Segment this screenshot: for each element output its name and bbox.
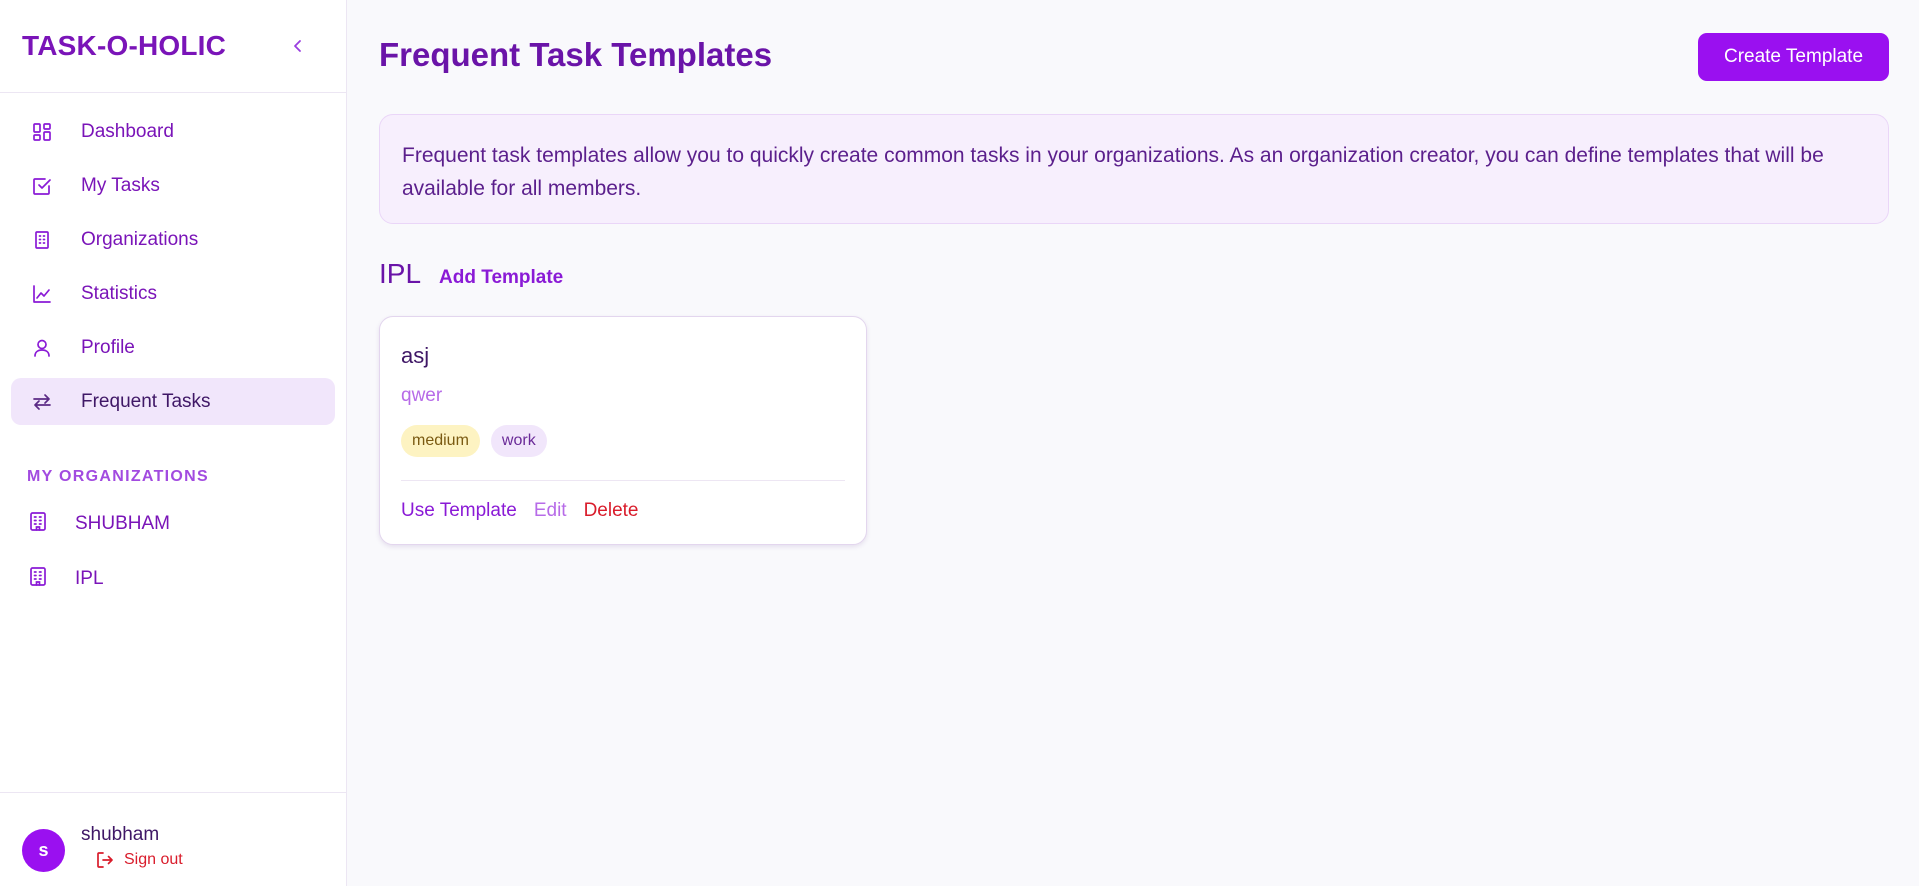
- collapse-sidebar-button[interactable]: [286, 34, 310, 58]
- sidebar-org-ipl[interactable]: IPL: [18, 551, 335, 606]
- info-text: Frequent task templates allow you to qui…: [402, 144, 1824, 200]
- sidebar-item-label: Organizations: [81, 228, 199, 250]
- delete-template-button[interactable]: Delete: [584, 500, 639, 522]
- card-divider: [401, 480, 845, 481]
- template-description: qwer: [401, 385, 443, 406]
- sidebar-item-label: Frequent Tasks: [81, 390, 211, 412]
- template-title: asj: [401, 343, 430, 368]
- sidebar-item-label: Dashboard: [81, 120, 174, 142]
- category-badge: work: [490, 425, 547, 457]
- sign-out-label: Sign out: [124, 850, 183, 868]
- user-info: shubham Sign out: [81, 824, 183, 870]
- chart-icon: [31, 283, 53, 305]
- checkbox-icon: [31, 175, 53, 197]
- sidebar-item-my-tasks[interactable]: My Tasks: [11, 162, 335, 209]
- sidebar-item-profile[interactable]: Profile: [11, 324, 335, 371]
- chevron-left-icon: [294, 40, 301, 52]
- priority-badge: medium: [401, 425, 480, 457]
- sidebar: TASK-O-HOLIC Dashboard My Tasks Organiza…: [0, 0, 347, 886]
- add-template-button[interactable]: Add Template: [439, 267, 563, 289]
- use-template-button[interactable]: Use Template: [401, 500, 517, 522]
- sidebar-org-shubham[interactable]: SHUBHAM: [18, 496, 335, 551]
- user-icon: [31, 337, 53, 359]
- template-actions: Use Template Edit Delete: [401, 500, 656, 522]
- repeat-icon: [31, 391, 53, 413]
- building-icon: [27, 510, 49, 537]
- template-group-header: IPL Add Template: [379, 258, 563, 290]
- my-organizations-heading: MY ORGANIZATIONS: [27, 468, 209, 485]
- sidebar-nav: Dashboard My Tasks Organizations Statist…: [0, 93, 346, 432]
- app-root: TASK-O-HOLIC Dashboard My Tasks Organiza…: [0, 0, 1919, 886]
- brand-logo[interactable]: TASK-O-HOLIC: [22, 30, 226, 62]
- sidebar-item-label: Statistics: [81, 282, 158, 304]
- info-banner: Frequent task templates allow you to qui…: [379, 114, 1889, 224]
- sidebar-item-label: Profile: [81, 336, 135, 358]
- dashboard-icon: [31, 121, 53, 143]
- org-label: IPL: [75, 567, 104, 589]
- sidebar-header: TASK-O-HOLIC: [0, 0, 346, 93]
- sign-out-button[interactable]: Sign out: [95, 850, 183, 870]
- sidebar-item-label: My Tasks: [81, 174, 160, 196]
- organization-list: SHUBHAM IPL: [0, 486, 346, 606]
- logout-icon: [97, 851, 113, 868]
- page-title: Frequent Task Templates: [379, 36, 773, 73]
- main-content: Frequent Task Templates Create Template …: [347, 0, 1919, 886]
- sidebar-item-dashboard[interactable]: Dashboard: [11, 108, 335, 155]
- sidebar-item-frequent-tasks[interactable]: Frequent Tasks: [11, 378, 335, 425]
- sidebar-item-organizations[interactable]: Organizations: [11, 216, 335, 263]
- template-card: asj qwer medium work Use Template Edit D…: [379, 316, 867, 545]
- template-tags: medium work: [401, 425, 558, 457]
- avatar[interactable]: s: [22, 829, 65, 872]
- sidebar-item-statistics[interactable]: Statistics: [11, 270, 335, 317]
- group-title: IPL: [379, 258, 422, 289]
- edit-template-button[interactable]: Edit: [534, 500, 567, 522]
- building-icon: [27, 565, 49, 592]
- building-icon: [31, 229, 53, 251]
- username: shubham: [81, 823, 160, 845]
- user-footer: s shubham Sign out: [0, 792, 346, 886]
- create-template-button[interactable]: Create Template: [1698, 33, 1889, 81]
- org-label: SHUBHAM: [75, 512, 171, 534]
